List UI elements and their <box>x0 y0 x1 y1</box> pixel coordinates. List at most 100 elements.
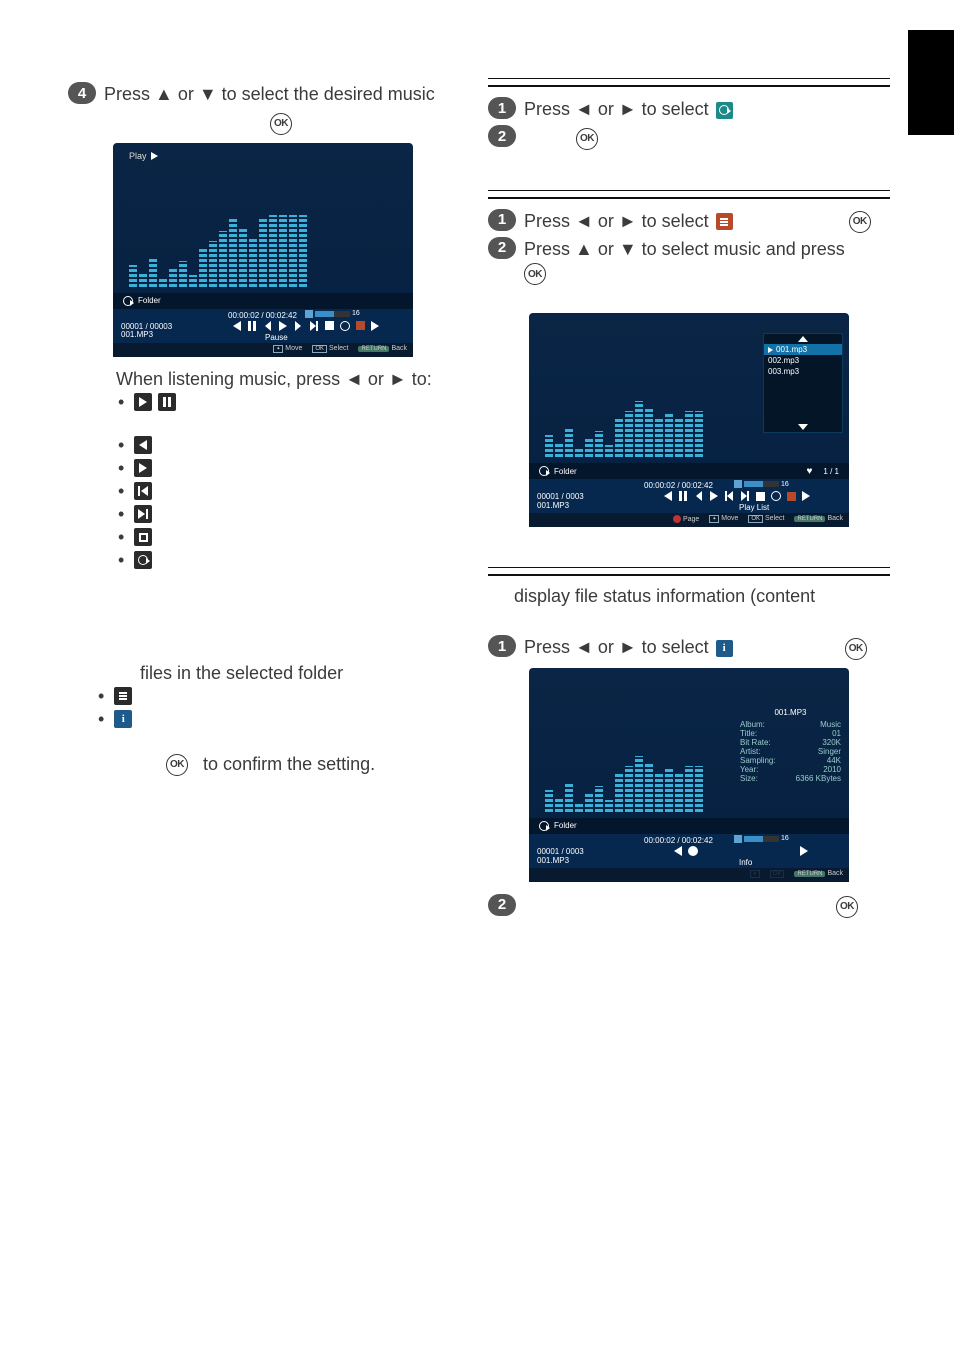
sec1-s1-text: Press ◄ or ► to select <box>524 99 709 119</box>
info-inline-icon: i <box>716 640 733 657</box>
confirm-text: to confirm the setting. <box>203 754 375 774</box>
hint-move: Move <box>285 345 302 352</box>
repeat-icon <box>123 296 133 306</box>
step4-text: Press ▲ or ▼ to select the desired music <box>104 84 435 104</box>
volume-indicator: 16 <box>305 310 365 318</box>
info-key: Bit Rate: <box>740 738 771 747</box>
dpad-icon: ✦ <box>709 515 719 523</box>
page-indicator: 1 / 1 <box>823 467 839 476</box>
pause-icon <box>158 393 176 411</box>
ss1-play-label: Play <box>129 151 147 161</box>
music-player-screenshot-2: 001.mp3 002.mp3 003.mp3 Folder ♥ 1 <box>529 313 849 527</box>
side-tab <box>908 30 954 135</box>
equalizer-icon <box>545 401 703 457</box>
ok-icon: OK <box>845 638 867 660</box>
stop-icon <box>134 528 152 546</box>
hint-back: Back <box>827 870 843 877</box>
music-player-screenshot-3: 001.MP3 Album:Music Title:01 Bit Rate:32… <box>529 668 849 882</box>
info-val: Singer <box>818 747 841 756</box>
info-key: Title: <box>740 729 757 738</box>
hint-move: Move <box>721 515 738 522</box>
ok-mini-icon: OK <box>312 345 327 353</box>
ok-icon: OK <box>270 113 292 135</box>
info-key: Album: <box>740 720 765 729</box>
ok-icon: OK <box>836 896 858 918</box>
play-icon <box>151 152 158 160</box>
playlist-icon <box>114 687 132 705</box>
info-title: 001.MP3 <box>738 708 843 717</box>
step-badge: 2 <box>488 125 516 147</box>
playlist-inline-icon <box>716 213 733 230</box>
play-icon <box>134 393 152 411</box>
next-icon <box>134 459 152 477</box>
ss2-track-name: 001.MP3 <box>537 502 584 511</box>
return-mini-icon: RETURN <box>794 516 825 522</box>
step-badge: 2 <box>488 237 516 259</box>
volume-indicator: 16 <box>734 480 794 488</box>
info-key: Artist: <box>740 747 760 756</box>
control-icons <box>674 846 808 856</box>
left-step-4: 4 Press ▲ or ▼ to select the desired mus… <box>68 82 458 135</box>
sec3-step2: 2 OK <box>488 894 890 918</box>
return-mini-icon: RETURN <box>358 346 389 352</box>
sec2-step1: 1 Press ◄ or ► to select OK <box>488 209 890 233</box>
playlist-panel: 001.mp3 002.mp3 003.mp3 <box>763 333 843 433</box>
ss1-time: 00:00:02 / 00:02:42 <box>228 311 297 320</box>
playlist-item: 001.mp3 <box>764 344 842 355</box>
info-val: 6366 KBytes <box>796 774 841 783</box>
sec3-step1: 1 Press ◄ or ► to select i OK <box>488 635 890 659</box>
hint-page: Page <box>683 516 699 523</box>
equalizer-icon <box>545 756 703 812</box>
red-dot-icon <box>673 515 681 523</box>
info-val: 2010 <box>823 765 841 774</box>
ok-mini-icon: OK <box>748 515 763 523</box>
hint-back: Back <box>827 515 843 522</box>
ss2-repeat: Folder <box>554 467 577 476</box>
info-heading: display file status information (content <box>514 586 890 607</box>
step-badge: 1 <box>488 97 516 119</box>
sec3-s1-text: Press ◄ or ► to select <box>524 637 709 657</box>
sec2-s2-text: Press ▲ or ▼ to select music and press <box>524 239 845 259</box>
files-folder-text: files in the selected folder <box>140 663 458 684</box>
info-key: Size: <box>740 774 758 783</box>
repeat-inline-icon <box>716 102 733 119</box>
music-player-screenshot-1: Play Folder 00:00:02 / 00:02:42 16 00001… <box>113 143 413 357</box>
ss3-track-name: 001.MP3 <box>537 857 584 866</box>
sec2-step2: 2 Press ▲ or ▼ to select music and press… <box>488 237 890 286</box>
skip-fwd-icon <box>134 505 152 523</box>
info-icon: i <box>114 710 132 728</box>
ok-icon: OK <box>576 128 598 150</box>
ss3-repeat: Folder <box>554 821 577 830</box>
hint-back: Back <box>391 345 407 352</box>
heart-icon: ♥ <box>806 466 812 477</box>
ok-icon: OK <box>166 754 188 776</box>
ok-icon: OK <box>524 263 546 285</box>
sec1-step1: 1 Press ◄ or ► to select <box>488 97 890 121</box>
info-val: Music <box>820 720 841 729</box>
skip-back-icon <box>134 482 152 500</box>
ss3-time: 00:00:02 / 00:02:42 <box>644 836 713 845</box>
hint-select: Select <box>329 345 348 352</box>
repeat-icon <box>134 551 152 569</box>
prev-icon <box>134 436 152 454</box>
playlist-item: 003.mp3 <box>764 366 842 377</box>
equalizer-icon <box>129 215 307 287</box>
control-icon-legend <box>118 392 458 413</box>
hint-select: Select <box>765 515 784 522</box>
volume-indicator: 16 <box>734 835 794 843</box>
step-badge: 1 <box>488 209 516 231</box>
ss1-ctrl-label: Pause <box>265 333 288 342</box>
step-badge: 1 <box>488 635 516 657</box>
sec2-s1-text: Press ◄ or ► to select <box>524 211 709 231</box>
left-column: 4 Press ▲ or ▼ to select the desired mus… <box>68 82 458 776</box>
step-badge: 2 <box>488 894 516 916</box>
right-column: 1 Press ◄ or ► to select 2 OK 1 Press ◄ … <box>488 72 890 922</box>
info-key: Sampling: <box>740 756 776 765</box>
sec1-step2: 2 OK <box>488 125 890 149</box>
ss3-ctrl-label: Info <box>739 858 752 867</box>
info-key: Year: <box>740 765 758 774</box>
return-mini-icon: RETURN <box>794 871 825 877</box>
ok-icon: OK <box>849 211 871 233</box>
ss2-ctrl-label: Play List <box>739 503 769 512</box>
info-val: 01 <box>832 729 841 738</box>
